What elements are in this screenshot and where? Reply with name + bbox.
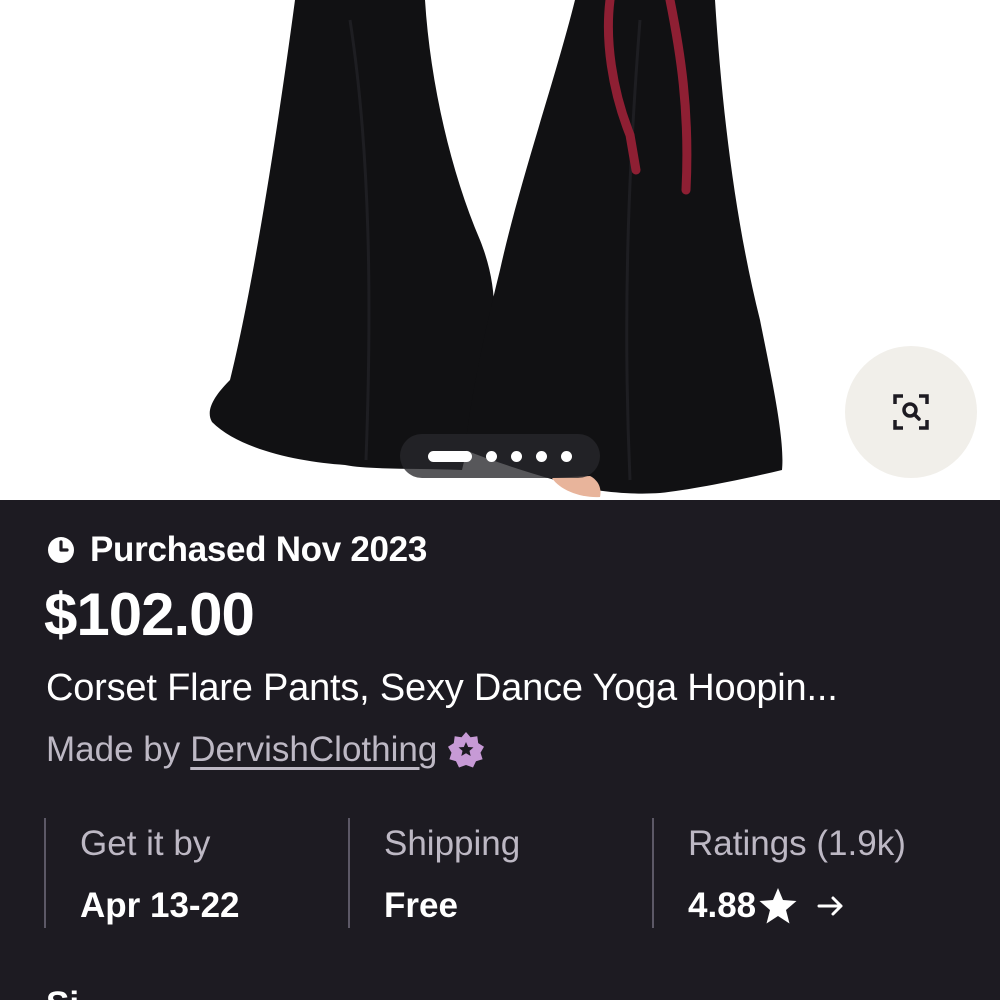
next-section-label: Si	[46, 985, 79, 1000]
purchased-date-text: Purchased Nov 2023	[90, 530, 427, 569]
carousel-dot[interactable]	[428, 450, 472, 462]
made-by-prefix: Made by	[46, 730, 181, 769]
shipping-label: Shipping	[384, 824, 521, 863]
product-price: $102.00	[44, 581, 255, 648]
ratings-value-row[interactable]: 4.88	[688, 886, 906, 926]
made-by-line: Made by DervishClothing	[46, 730, 485, 770]
carousel-dot[interactable]	[561, 450, 572, 462]
product-image-gallery[interactable]	[0, 0, 1000, 500]
carousel-dot[interactable]	[511, 450, 522, 462]
product-title[interactable]: Corset Flare Pants, Sexy Dance Yoga Hoop…	[46, 667, 946, 710]
arrow-right-icon	[817, 896, 843, 916]
carousel-dot[interactable]	[486, 450, 497, 462]
ratings-link[interactable]: Ratings (1.9k) 4.88	[652, 818, 906, 928]
shipping-value: Free	[384, 886, 458, 925]
zoom-search-icon	[893, 394, 929, 430]
carousel-indicator[interactable]	[400, 434, 600, 478]
clock-icon	[48, 537, 74, 563]
star-seller-badge-icon	[447, 731, 485, 769]
carousel-dot[interactable]	[536, 450, 547, 462]
shipping-info: Shipping Free	[348, 818, 520, 928]
purchase-history-note: Purchased Nov 2023	[46, 530, 427, 570]
listing-stats-row: Get it by Apr 13-22 Shipping Free Rating…	[44, 818, 954, 928]
ratings-value: 4.88	[688, 886, 757, 925]
delivery-estimate: Get it by Apr 13-22	[44, 818, 240, 928]
delivery-value: Apr 13-22	[80, 886, 240, 925]
zoom-button[interactable]	[845, 346, 977, 478]
delivery-label: Get it by	[80, 824, 211, 863]
shop-name-link[interactable]: DervishClothing	[190, 730, 437, 770]
ratings-label: Ratings (1.9k)	[688, 824, 906, 863]
star-icon	[759, 888, 797, 924]
